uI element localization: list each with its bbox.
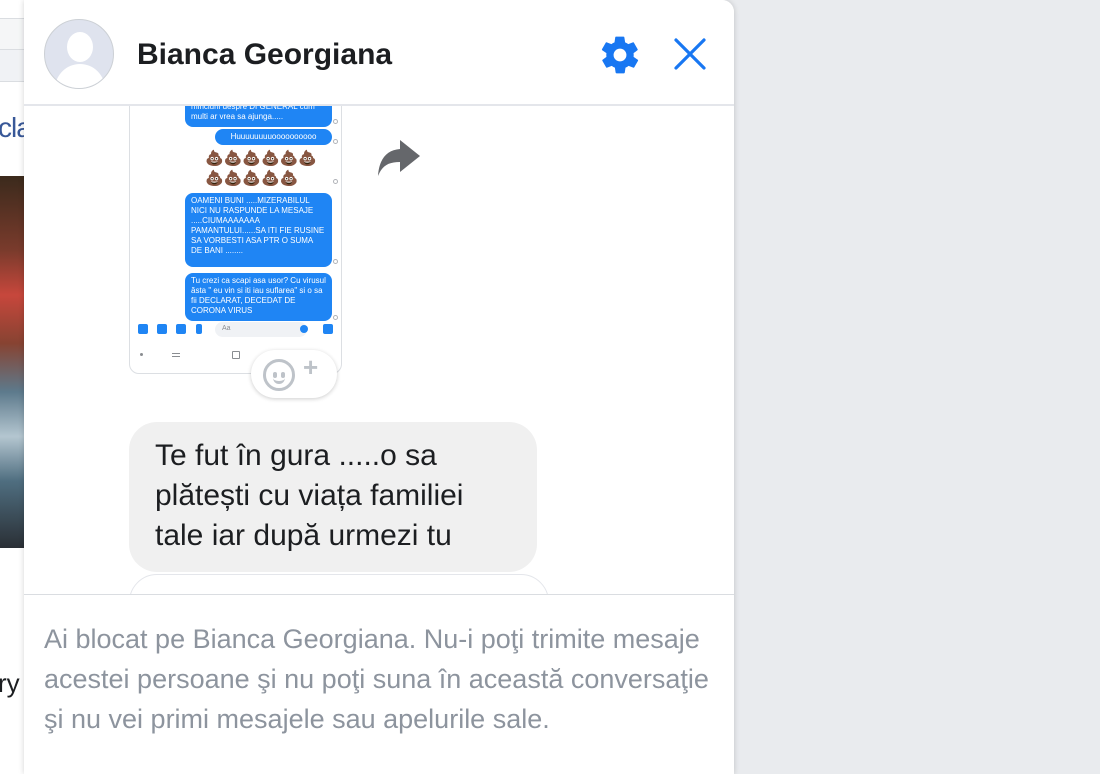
avatar-head-shape — [67, 32, 93, 62]
message-list[interactable]: minciuni despre DI GENERAL cum multi ar … — [24, 106, 734, 594]
background-toolbar-2 — [0, 50, 24, 82]
attachment-composer: Aa — [130, 319, 341, 341]
share-arrow-icon[interactable] — [374, 136, 422, 180]
smiley-mouth-shape — [273, 376, 285, 384]
apps-icon — [138, 324, 148, 334]
mic-icon — [196, 324, 202, 334]
attachment-bubble: Huuuuuuuuoooooooooo — [215, 129, 332, 145]
chat-header: Bianca Georgiana — [24, 0, 734, 106]
close-icon[interactable] — [670, 34, 710, 74]
avatar[interactable] — [44, 19, 114, 89]
read-indicator — [333, 119, 338, 124]
attachment-bubble: Tu crezi ca scapi asa usor? Cu virusul ă… — [185, 273, 332, 321]
attachment-input: Aa — [215, 322, 307, 337]
attachment-bubble: OAMENI BUNI .....MIZERABILUL NICI NU RAS… — [185, 193, 332, 267]
background-text: ry — [0, 668, 20, 698]
read-indicator — [333, 139, 338, 144]
attachment-bubble: minciuni despre DI GENERAL cum multi ar … — [185, 106, 332, 127]
read-indicator — [333, 179, 338, 184]
background-photo — [0, 176, 24, 548]
contact-name[interactable]: Bianca Georgiana — [137, 38, 392, 72]
received-message[interactable]: Te fut în gura .....o sa plătești cu via… — [129, 422, 537, 572]
blocked-notice: Ai blocat pe Bianca Georgiana. Nu-i poţi… — [24, 594, 734, 774]
background-toolbar — [0, 18, 24, 50]
poop-emoji-row: 💩💩💩💩💩💩 — [205, 150, 318, 167]
gallery-icon — [176, 324, 186, 334]
add-reaction-button[interactable]: + — [251, 350, 337, 398]
nav-recent-icon — [172, 353, 180, 357]
plus-icon: + — [303, 352, 319, 382]
like-icon — [323, 324, 333, 334]
image-attachment[interactable]: minciuni despre DI GENERAL cum multi ar … — [129, 106, 342, 374]
poop-emoji-row: 💩💩💩💩💩 — [205, 170, 299, 187]
nav-home-icon — [232, 351, 240, 359]
received-message-partial[interactable] — [129, 574, 549, 594]
camera-icon — [157, 324, 167, 334]
smiley-icon — [263, 359, 295, 391]
read-indicator — [333, 259, 338, 264]
gear-icon[interactable] — [598, 33, 642, 77]
emoji-icon — [300, 325, 308, 333]
nav-dot-icon — [140, 353, 143, 356]
chat-window: Bianca Georgiana minciuni despre DI GENE… — [24, 0, 734, 774]
avatar-body-shape — [55, 64, 105, 88]
